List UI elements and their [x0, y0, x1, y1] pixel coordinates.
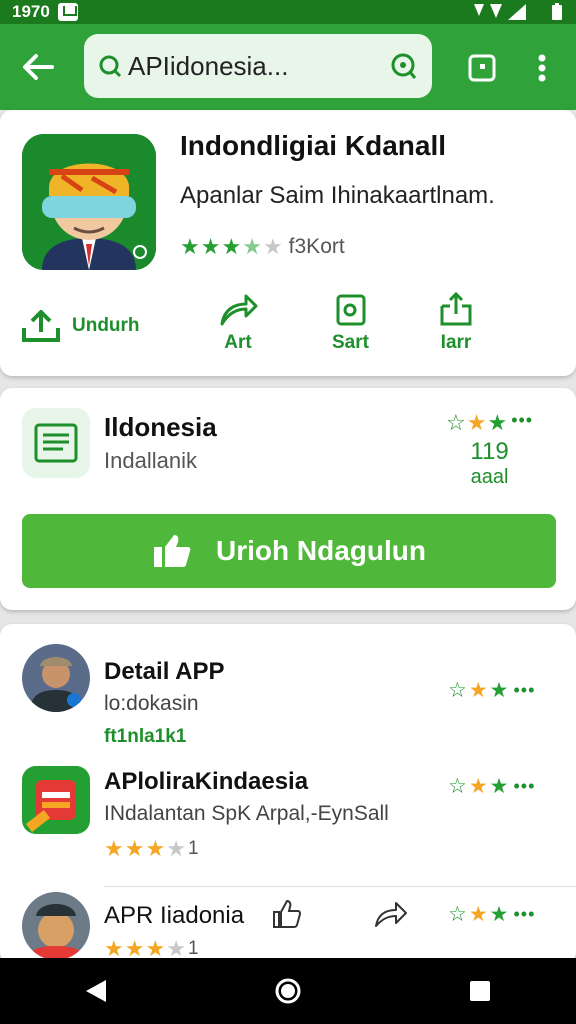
list-divider [104, 886, 576, 887]
list-item-stars: ☆ ★ ★ ••• [448, 775, 536, 798]
primary-action-button[interactable]: Urioh Ndagulun [22, 514, 556, 588]
related-list-card: Detail APP lo:dokasin ft1nla1k1 ☆ ★ ★ ••• A… [0, 624, 576, 964]
shopping-app-icon [22, 766, 90, 834]
feature-unit: aaal [470, 466, 509, 488]
document-icon [34, 423, 78, 463]
voice-search-icon[interactable] [388, 51, 418, 81]
list-item[interactable]: APloliraKindaesia INdalantan SpK Arpal,-… [0, 762, 576, 874]
list-item-stars: ☆ ★ ★ ••• [448, 903, 536, 926]
save-icon [336, 294, 366, 326]
install-label: Iarr [440, 332, 472, 353]
tabs-button[interactable] [460, 46, 504, 90]
thumbs-up-icon [154, 535, 191, 567]
nav-back-button[interactable] [66, 961, 126, 1021]
app-title: Indondligiai Kdanall [180, 130, 446, 161]
person-avatar-icon [22, 644, 90, 712]
status-bar: 1970 [0, 0, 576, 24]
signal-icon [474, 4, 526, 20]
search-query: APIidonesia... [128, 50, 289, 81]
nav-home-button[interactable] [258, 961, 318, 1021]
status-time: 1970 [12, 2, 50, 21]
avatar [22, 892, 90, 960]
avatar [22, 644, 90, 712]
feature-stars: ☆ ★ ★ ••• [446, 410, 534, 435]
like-icon[interactable] [270, 898, 302, 930]
rating-stars: ★ ★ ★ ★ ★ [180, 234, 283, 259]
save-action[interactable]: Sart [332, 292, 369, 354]
install-icon [440, 292, 472, 326]
search-icon [99, 55, 122, 78]
app-mascot-icon [22, 134, 156, 270]
feature-title: Ildonesia [104, 412, 217, 442]
rating-count: 1 [187, 838, 199, 859]
rating-text: f3Kort [288, 235, 345, 258]
overflow-menu-button[interactable] [520, 46, 564, 90]
app-thumb [22, 766, 90, 834]
system-nav-bar [0, 958, 576, 1024]
app-icon[interactable] [22, 134, 156, 270]
feature-card: Ildonesia Indallanik ☆ ★ ★ ••• 119 aaal Uri… [0, 388, 576, 610]
more-vert-icon [538, 54, 546, 82]
nav-recents-button[interactable] [450, 961, 510, 1021]
app-subtitle: Apanlar Saim Ihinakaartlnam. [180, 182, 495, 209]
nav-recents-icon [470, 981, 490, 1001]
rating-count: 1 [187, 938, 199, 959]
app-actions: Undurh Art Sart Iarr [0, 292, 576, 362]
feature-subtitle: Indallanik [104, 448, 197, 473]
notification-icon [57, 3, 78, 21]
battery-icon [552, 3, 562, 20]
list-item-subtitle: INdalantan SpK Arpal,-EynSall [104, 802, 389, 825]
app-header-card: Indondligiai Kdanall Apanlar Saim Ihinak… [0, 110, 576, 376]
list-item-stars: ☆ ★ ★ ••• [448, 679, 536, 702]
download-label: Undurh [72, 315, 140, 336]
list-item-rating: ★ ★ ★ ★ 1 [104, 836, 199, 861]
back-button[interactable] [0, 24, 76, 110]
download-icon [22, 310, 60, 342]
share-icon [220, 294, 258, 326]
nav-home-icon [275, 978, 301, 1004]
share-label: Art [224, 332, 252, 353]
list-item-title: Detail APP [104, 658, 225, 685]
list-item-title: APloliraKindaesia [104, 768, 309, 795]
nav-back-icon [86, 980, 106, 1002]
install-action[interactable]: Iarr [438, 292, 474, 354]
share-icon[interactable] [374, 900, 408, 928]
app-toolbar: APIidonesia... [0, 24, 576, 110]
feature-icon [22, 408, 90, 478]
feature-count: 119 [470, 438, 509, 465]
back-arrow-icon [23, 54, 54, 80]
download-action[interactable]: Undurh [20, 308, 140, 344]
search-input[interactable]: APIidonesia... [84, 34, 432, 98]
tabs-icon [468, 54, 496, 82]
share-action[interactable]: Art [218, 292, 258, 354]
list-item[interactable]: Detail APP lo:dokasin ft1nla1k1 ☆ ★ ★ ••• [0, 640, 576, 752]
feature-stats: ☆ ★ ★ ••• 119 aaal [446, 410, 533, 489]
cartoon-avatar-icon [22, 892, 90, 960]
list-item-subtitle: lo:dokasin [104, 692, 199, 715]
save-label: Sart [332, 332, 369, 353]
app-rating: ★ ★ ★ ★ ★ f3Kort [180, 234, 345, 260]
list-item-title: APR Iiadonia [104, 902, 245, 929]
primary-action-label: Urioh Ndagulun [216, 535, 426, 566]
list-item-meta: ft1nla1k1 [104, 726, 187, 747]
